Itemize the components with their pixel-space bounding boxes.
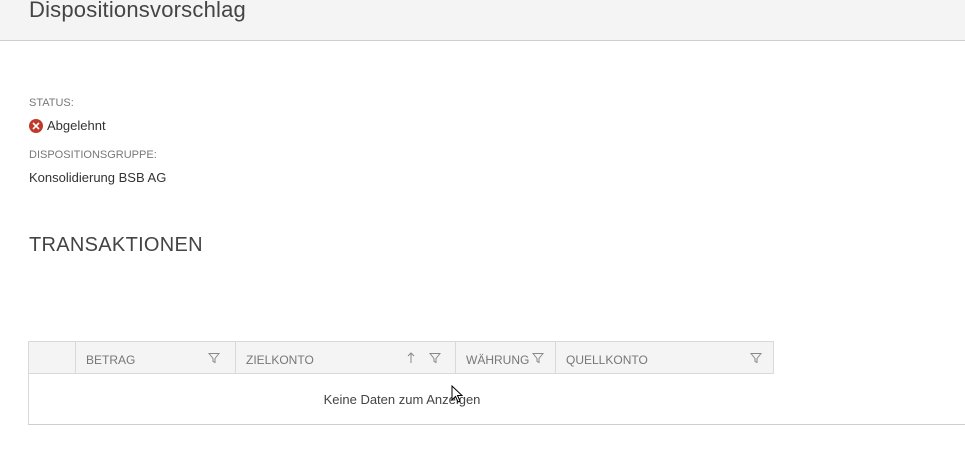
error-circle-icon	[29, 118, 43, 133]
filter-icon[interactable]	[429, 352, 441, 364]
filter-icon[interactable]	[750, 352, 762, 364]
transactions-title: TRANSAKTIONEN	[29, 234, 203, 256]
status-value: Abgelehnt	[47, 118, 106, 133]
mouse-cursor-icon	[451, 385, 464, 403]
filter-icon[interactable]	[532, 352, 544, 364]
disposition-group-label: DISPOSITIONSGRUPPE:	[29, 149, 157, 161]
page-title: Dispositionsvorschlag	[29, 0, 246, 22]
column-label-betrag: BETRAG	[86, 353, 136, 367]
disposition-group-value: Konsolidierung BSB AG	[29, 170, 167, 185]
status-value-row: Abgelehnt	[29, 118, 106, 133]
column-label-zielkonto: ZIELKONTO	[246, 353, 314, 367]
column-header-zielkonto[interactable]: ZIELKONTO	[235, 342, 455, 373]
filter-icon[interactable]	[208, 352, 220, 364]
grid-bottom-border	[28, 424, 965, 425]
grid-header: BETRAG ZIELKONTO WÄHRUNG QUELLKONTO	[28, 341, 774, 374]
sort-ascending-icon[interactable]	[406, 351, 416, 364]
transactions-grid: BETRAG ZIELKONTO WÄHRUNG QUELLKONTO Kein…	[28, 341, 774, 424]
column-label-waehrung: WÄHRUNG	[466, 353, 530, 367]
column-label-quellkonto: QUELLKONTO	[566, 353, 648, 367]
column-header-betrag[interactable]: BETRAG	[75, 342, 235, 373]
no-data-message: Keine Daten zum Anzeigen	[323, 392, 481, 407]
status-label: STATUS:	[29, 97, 74, 109]
column-header-quellkonto[interactable]: QUELLKONTO	[555, 342, 773, 373]
page-header: Dispositionsvorschlag	[0, 0, 965, 41]
grid-body: Keine Daten zum Anzeigen	[28, 374, 774, 424]
select-column-header[interactable]	[29, 342, 75, 373]
column-header-waehrung[interactable]: WÄHRUNG	[455, 342, 555, 373]
